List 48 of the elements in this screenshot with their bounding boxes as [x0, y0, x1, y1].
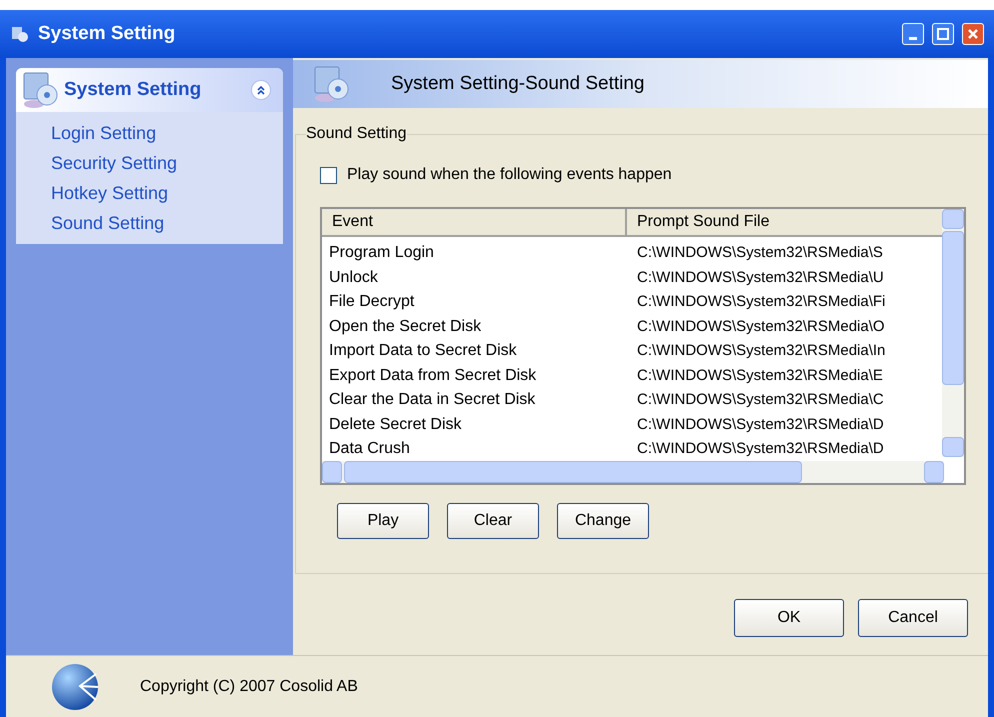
action-button[interactable]: Change — [557, 503, 649, 539]
page-title: System Setting-Sound Setting — [391, 72, 644, 96]
checkbox-label: Play sound when the following events happen — [347, 165, 672, 185]
globe-logo-icon — [50, 662, 100, 712]
table-cell-text: C:\WINDOWS\System32\RSMedia\U — [636, 268, 884, 288]
dialog-button[interactable]: OK — [734, 599, 844, 637]
sidebar-link[interactable]: Hotkey Setting — [51, 180, 168, 206]
table-cell-text: Delete Secret Disk — [328, 414, 462, 435]
table-cell-text: C:\WINDOWS\System32\RSMedia\E — [636, 366, 883, 386]
table-cell-text: Open the Secret Disk — [328, 316, 482, 337]
table-cell-text: C:\WINDOWS\System32\RSMedia\S — [636, 243, 883, 263]
copyright-text: Copyright (C) 2007 Cosolid AB — [140, 676, 358, 696]
action-button[interactable]: Clear — [447, 503, 539, 539]
close-icon — [967, 28, 979, 40]
table-cell-text: C:\WINDOWS\System32\RSMedia\O — [636, 316, 885, 336]
table-cell-text: Clear the Data in Secret Disk — [328, 390, 536, 410]
table-cell-text: C:\WINDOWS\System32\RSMedia\D — [636, 439, 884, 459]
table-cell-text: C:\WINDOWS\System32\RSMedia\Fi — [636, 292, 886, 312]
sidebar-title: System Setting — [64, 78, 202, 102]
table-cell-text: Program Login — [328, 243, 435, 264]
collapse-button[interactable] — [251, 80, 271, 100]
scroll-thumb[interactable] — [344, 461, 802, 483]
column-header[interactable]: Event — [322, 209, 627, 235]
horizontal-scrollbar[interactable] — [322, 461, 944, 483]
table-cell-text: Import Data to Secret Disk — [328, 341, 518, 362]
dialog-button[interactable]: Cancel — [858, 599, 968, 637]
double-chevron-icon — [256, 85, 266, 95]
app-icon — [10, 24, 30, 44]
sidebar-link[interactable]: Security Setting — [51, 150, 178, 176]
table-cell-text: Unlock — [328, 268, 379, 288]
table-cell-text: File Decrypt — [328, 292, 416, 312]
close-button[interactable] — [962, 23, 984, 45]
scroll-thumb[interactable] — [942, 231, 964, 385]
table-cell-text: Data Crush — [328, 439, 411, 460]
sidebar-link[interactable]: Login Setting — [51, 120, 156, 146]
table-cell-text: C:\WINDOWS\System32\RSMedia\In — [636, 341, 886, 361]
table-cell-text: Export Data from Secret Disk — [328, 366, 538, 386]
vertical-scrollbar[interactable] — [942, 209, 964, 457]
table-cell-text: C:\WINDOWS\System32\RSMedia\C — [636, 390, 884, 410]
table-cell-text: C:\WINDOWS\System32\RSMedia\D — [636, 414, 884, 434]
checkbox[interactable] — [320, 166, 337, 184]
window-title: System Setting — [38, 22, 176, 46]
sidebar-link[interactable]: Sound Setting — [51, 210, 164, 236]
column-header[interactable]: Prompt Sound File — [627, 209, 944, 235]
minimize-button[interactable] — [902, 23, 924, 45]
group-title: Sound Setting — [306, 124, 407, 144]
maximize-button[interactable] — [932, 23, 954, 45]
action-button[interactable]: Play — [337, 503, 429, 539]
